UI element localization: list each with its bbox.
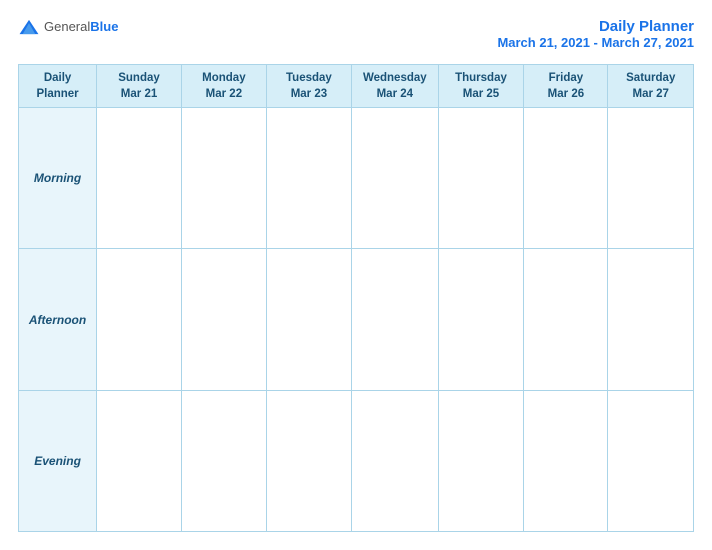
- row-evening: Evening: [19, 390, 694, 531]
- col-header-label: DailyPlanner: [19, 65, 97, 108]
- afternoon-tue[interactable]: [266, 249, 351, 390]
- morning-sat[interactable]: [608, 108, 694, 249]
- morning-tue[interactable]: [266, 108, 351, 249]
- evening-sun[interactable]: [97, 390, 182, 531]
- evening-mon[interactable]: [181, 390, 266, 531]
- col-header-tue: TuesdayMar 23: [266, 65, 351, 108]
- row-afternoon: Afternoon: [19, 249, 694, 390]
- header-right: Daily Planner March 21, 2021 - March 27,…: [497, 18, 694, 50]
- col-header-thu: ThursdayMar 25: [438, 65, 524, 108]
- logo-icon: [18, 18, 40, 36]
- logo: GeneralBlue: [18, 18, 118, 36]
- page: GeneralBlue Daily Planner March 21, 2021…: [0, 0, 712, 550]
- logo-blue: Blue: [90, 19, 118, 34]
- morning-wed[interactable]: [351, 108, 438, 249]
- morning-sun[interactable]: [97, 108, 182, 249]
- logo-general: General: [44, 19, 90, 34]
- evening-thu[interactable]: [438, 390, 524, 531]
- evening-wed[interactable]: [351, 390, 438, 531]
- afternoon-sat[interactable]: [608, 249, 694, 390]
- morning-mon[interactable]: [181, 108, 266, 249]
- evening-sat[interactable]: [608, 390, 694, 531]
- col-header-sun: SundayMar 21: [97, 65, 182, 108]
- header-title: Daily Planner: [497, 18, 694, 35]
- morning-thu[interactable]: [438, 108, 524, 249]
- afternoon-sun[interactable]: [97, 249, 182, 390]
- afternoon-thu[interactable]: [438, 249, 524, 390]
- calendar-table: DailyPlanner SundayMar 21 MondayMar 22 T…: [18, 64, 694, 532]
- col-header-wed: WednesdayMar 24: [351, 65, 438, 108]
- col-header-mon: MondayMar 22: [181, 65, 266, 108]
- afternoon-mon[interactable]: [181, 249, 266, 390]
- header: GeneralBlue Daily Planner March 21, 2021…: [18, 18, 694, 50]
- afternoon-fri[interactable]: [524, 249, 608, 390]
- morning-fri[interactable]: [524, 108, 608, 249]
- evening-label: Evening: [19, 390, 97, 531]
- evening-fri[interactable]: [524, 390, 608, 531]
- row-morning: Morning: [19, 108, 694, 249]
- evening-tue[interactable]: [266, 390, 351, 531]
- header-row: DailyPlanner SundayMar 21 MondayMar 22 T…: [19, 65, 694, 108]
- afternoon-wed[interactable]: [351, 249, 438, 390]
- col-header-fri: FridayMar 26: [524, 65, 608, 108]
- header-date: March 21, 2021 - March 27, 2021: [497, 35, 694, 50]
- afternoon-label: Afternoon: [19, 249, 97, 390]
- col-header-sat: SaturdayMar 27: [608, 65, 694, 108]
- morning-label: Morning: [19, 108, 97, 249]
